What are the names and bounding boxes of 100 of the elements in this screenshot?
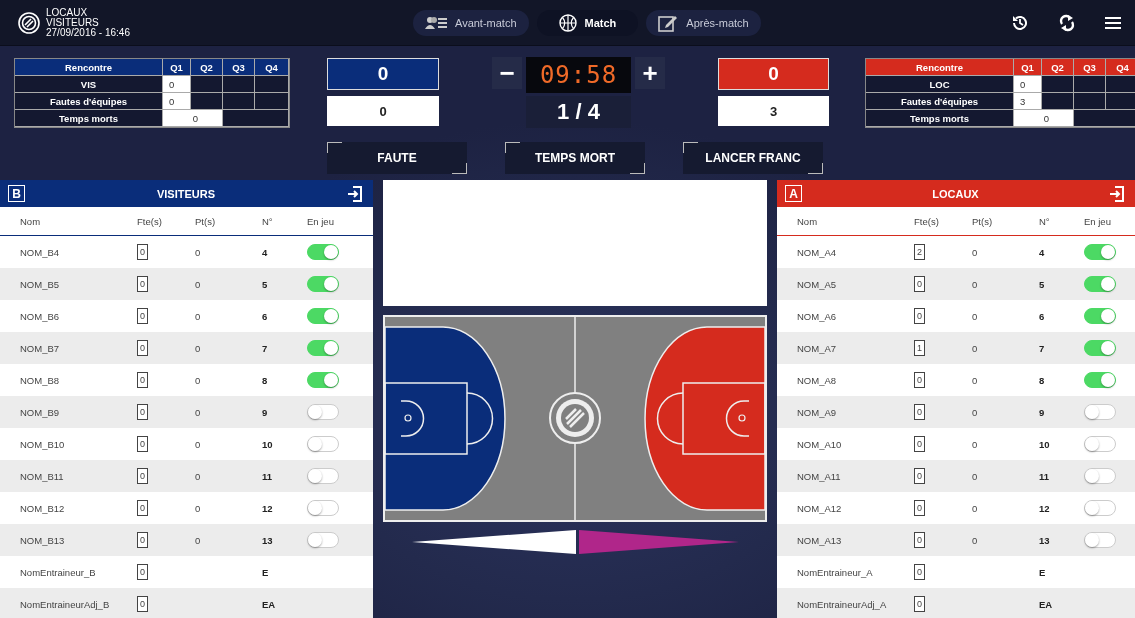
fouls-field[interactable]: 0 [914,404,925,420]
row-label: Temps morts [15,110,163,127]
toggle-switch[interactable] [1084,468,1116,484]
player-name: NOM_B13 [20,534,66,546]
player-name: NOM_B9 [20,406,61,418]
toggle-switch[interactable] [307,308,339,324]
basketball-icon [558,13,577,32]
table-header-cell: Q4 [255,59,289,76]
table-header-cell: Rencontre [15,59,163,76]
player-name: NomEntraineurAdj_A [797,598,888,610]
toggle-switch[interactable] [1084,404,1116,420]
player-name: NOM_B8 [20,374,61,386]
points-value: 0 [195,310,202,322]
roster-icon [425,15,447,30]
column-header: N° [262,215,274,227]
fouls-field[interactable]: 0 [137,532,148,548]
fouls-field[interactable]: 0 [137,468,148,484]
row-label: Fautes d'équipes [15,93,163,110]
player-name: NOM_B11 [20,470,65,482]
fouls-field[interactable]: 0 [137,244,148,260]
toggle-switch[interactable] [307,436,339,452]
action-button[interactable]: TEMPS MORT [505,142,645,174]
fouls-field[interactable]: 0 [137,500,148,516]
fouls-field[interactable]: 1 [914,340,925,356]
jersey-number: 12 [1039,502,1051,514]
fouls-field[interactable]: 0 [914,532,925,548]
toggle-switch[interactable] [307,468,339,484]
table-header-cell: Q3 [1074,59,1106,76]
fouls-field[interactable]: 0 [914,308,925,324]
fouls-field[interactable]: 0 [137,308,148,324]
fouls-field[interactable]: 0 [137,372,148,388]
toggle-switch[interactable] [1084,308,1116,324]
team-score: 0 [327,58,439,90]
fouls-field[interactable]: 0 [137,564,148,580]
fouls-field[interactable]: 0 [137,276,148,292]
jersey-number: EA [1039,598,1054,610]
fouls-field[interactable]: 0 [914,468,925,484]
fouls-field[interactable]: 0 [137,340,148,356]
team-score: 0 [718,58,829,90]
decrement-button[interactable]: − [492,57,522,89]
toggle-switch[interactable] [307,500,339,516]
nav-tab[interactable]: Avant-match [413,9,529,36]
player-name: NomEntraineur_B [20,566,97,578]
toggle-switch[interactable] [1084,372,1116,388]
nav-tab[interactable]: Match [536,9,639,36]
player-name: NOM_A9 [797,406,838,418]
table-cell: 0 [163,76,191,93]
fouls-field[interactable]: 0 [137,436,148,452]
toggle-switch[interactable] [307,340,339,356]
team-letter: B [8,185,25,202]
player-name: NOM_B6 [20,310,61,322]
table-header-cell: Q2 [1042,59,1074,76]
fouls-field[interactable]: 0 [914,372,925,388]
period-indicator: 1 / 4 [526,96,631,128]
toggle-switch[interactable] [1084,244,1116,260]
toggle-switch[interactable] [307,244,339,260]
history-icon[interactable] [1011,13,1029,32]
fouls-field[interactable]: 2 [914,244,925,260]
jersey-number: EA [262,598,277,610]
toggle-switch[interactable] [1084,532,1116,548]
fouls-field[interactable]: 0 [914,564,925,580]
table-cell: 0 [1014,110,1074,127]
table-header-cell: Q1 [163,59,191,76]
toggle-switch[interactable] [307,404,339,420]
fouls-field[interactable]: 0 [914,436,925,452]
exit-icon[interactable] [347,185,363,202]
jersey-number: 5 [262,278,269,290]
jersey-number: 9 [1039,406,1046,418]
points-value: 0 [972,438,979,450]
nav-tab[interactable]: Après-match [646,9,761,36]
fouls-field[interactable]: 0 [914,276,925,292]
jersey-number: 13 [262,534,274,546]
header-text: 27/09/2016 - 16:46 [46,27,130,38]
toggle-switch[interactable] [1084,276,1116,292]
fouls-field[interactable]: 0 [914,596,925,612]
fouls-field[interactable]: 0 [137,596,148,612]
menu-icon[interactable] [1105,15,1121,30]
column-header: Fte(s) [137,215,163,227]
sync-icon[interactable] [1059,13,1075,32]
increment-button[interactable]: + [635,57,665,89]
edit-icon [658,13,679,32]
row-label: VIS [15,76,163,93]
action-button[interactable]: LANCER FRANC [683,142,823,174]
toggle-switch[interactable] [307,532,339,548]
fouls-field[interactable]: 0 [137,404,148,420]
jersey-number: 6 [1039,310,1046,322]
fouls-field[interactable]: 0 [914,500,925,516]
toggle-switch[interactable] [1084,340,1116,356]
points-value: 0 [195,470,202,482]
points-value: 0 [972,470,979,482]
toggle-switch[interactable] [1084,500,1116,516]
toggle-switch[interactable] [307,372,339,388]
jersey-number: 11 [1039,470,1051,482]
toggle-switch[interactable] [1084,436,1116,452]
table-header-cell: Q2 [191,59,223,76]
column-header: Pt(s) [972,215,994,227]
jersey-number: E [1039,566,1047,578]
action-button[interactable]: FAUTE [327,142,467,174]
toggle-switch[interactable] [307,276,339,292]
row-label: Temps morts [866,110,1014,127]
